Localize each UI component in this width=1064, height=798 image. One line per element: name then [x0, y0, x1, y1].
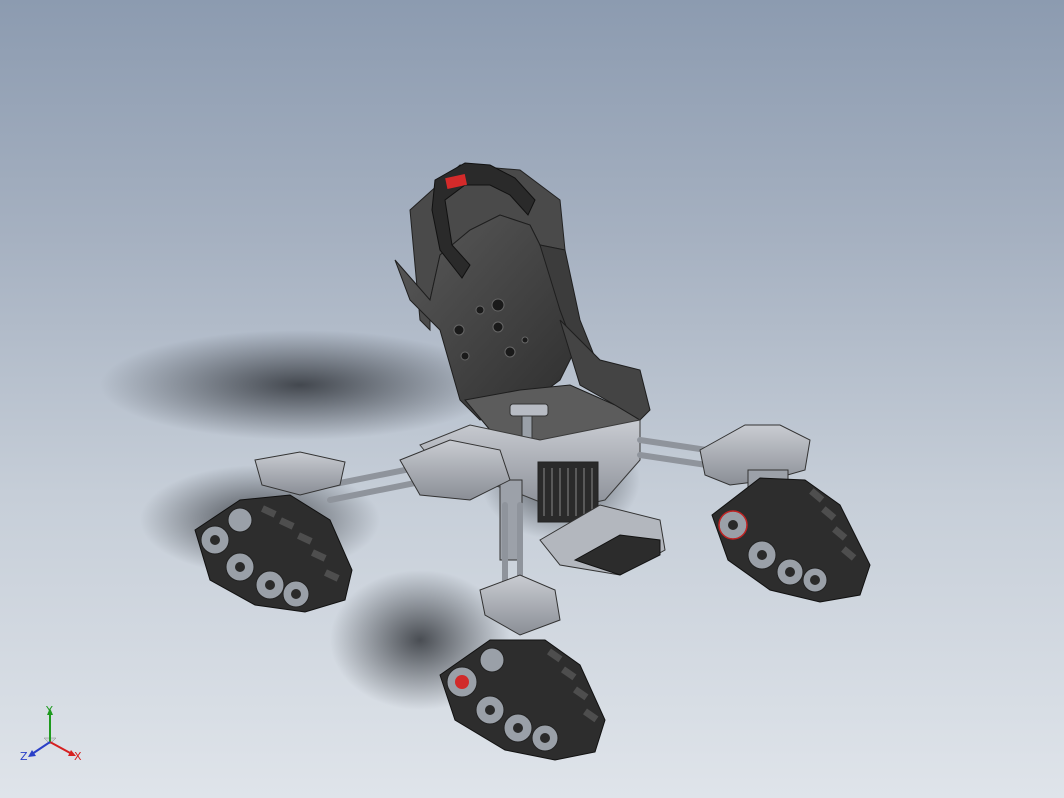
- x-axis-label: X: [74, 750, 82, 763]
- x-axis-icon: [49, 741, 73, 755]
- front-track: [439, 639, 606, 761]
- z-axis-label: Z: [20, 750, 28, 763]
- model-render: [100, 162, 871, 761]
- y-axis-label: Y: [45, 704, 53, 717]
- z-axis-icon: [31, 741, 51, 755]
- orientation-triad: Y X Z: [14, 702, 86, 774]
- right-track: [711, 477, 871, 603]
- graphics-viewport[interactable]: [0, 0, 1064, 798]
